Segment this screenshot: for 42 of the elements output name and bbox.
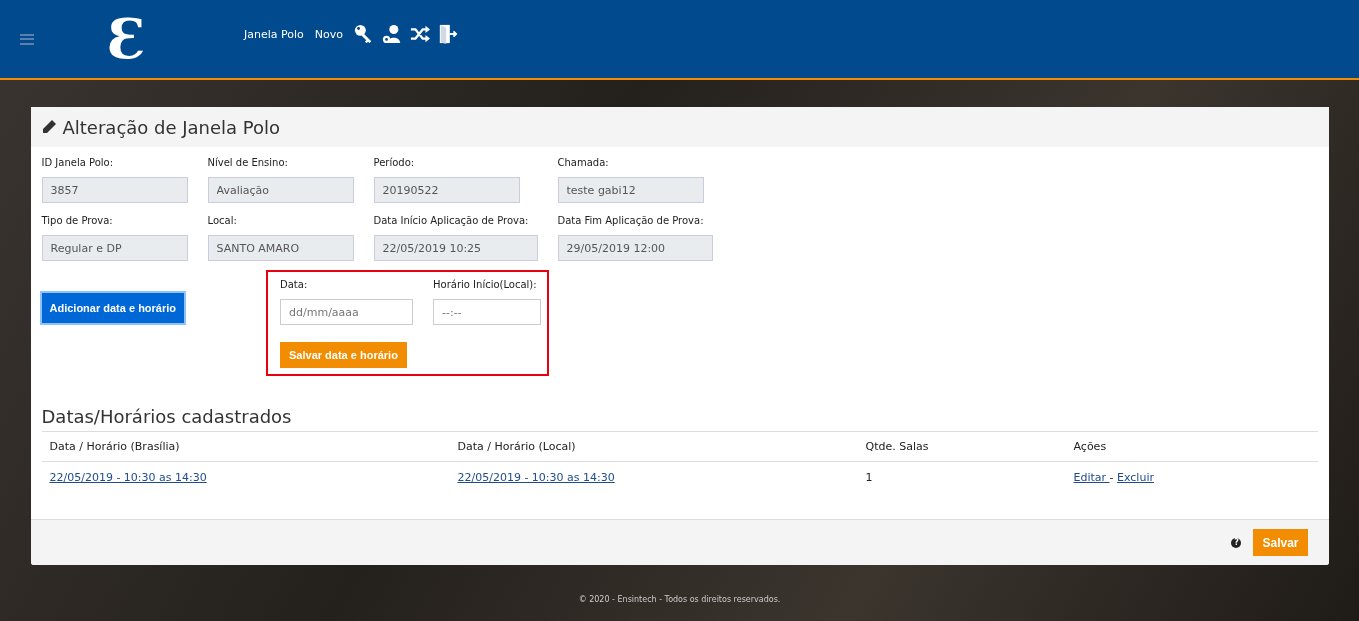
date-input-field[interactable]: dd/mm/aaaa bbox=[280, 299, 414, 325]
input-field[interactable]: Avaliação bbox=[207, 177, 354, 203]
key-icon[interactable] bbox=[354, 24, 374, 44]
field-label: Período: bbox=[373, 157, 416, 170]
field-label: ID Janela Polo: bbox=[41, 157, 115, 170]
field-label: Local: bbox=[207, 215, 238, 228]
shuffle-icon[interactable] bbox=[410, 24, 430, 44]
column-header: Qtde. Salas bbox=[857, 431, 1066, 462]
exit-door-icon[interactable] bbox=[438, 24, 458, 44]
add-date-button[interactable]: Adicionar data e horário bbox=[41, 293, 185, 323]
input-field[interactable]: Regular e DP bbox=[41, 235, 188, 261]
date-link[interactable]: 22/05/2019 - 10:30 as 14:30 bbox=[49, 471, 207, 484]
delete-link[interactable]: Excluir bbox=[1117, 471, 1154, 484]
input-field[interactable]: 29/05/2019 12:00 bbox=[557, 235, 713, 261]
field-label: Data: bbox=[280, 279, 309, 292]
column-header: Ações bbox=[1065, 431, 1318, 462]
column-header: Data / Horário (Brasília) bbox=[41, 431, 450, 462]
table-cell: 1 bbox=[865, 471, 873, 484]
input-field[interactable]: 22/05/2019 10:25 bbox=[373, 235, 538, 261]
field-label: Data Início Aplicação de Prova: bbox=[373, 215, 530, 228]
field-label: Horário Início(Local): bbox=[433, 279, 538, 292]
pencil-icon bbox=[40, 119, 57, 135]
separator-text: - bbox=[1109, 471, 1114, 484]
logo: Ɛ bbox=[107, 9, 147, 69]
input-field[interactable]: 3857 bbox=[41, 177, 188, 203]
section-title: Datas/Horários cadastrados bbox=[41, 406, 293, 427]
field-label: Nível de Ensino: bbox=[207, 157, 289, 170]
input-field[interactable]: teste gabi12 bbox=[557, 177, 704, 203]
field-label: Tipo de Prova: bbox=[41, 215, 114, 228]
date-link[interactable]: 22/05/2019 - 10:30 as 14:30 bbox=[457, 471, 615, 484]
column-header: Data / Horário (Local) bbox=[449, 431, 858, 462]
copyright-text: © 2020 - Ensintech - Todos os direitos reservados. bbox=[578, 595, 781, 604]
time-input-field[interactable]: --:-- bbox=[433, 299, 542, 325]
help-icon[interactable]: ? bbox=[1231, 537, 1242, 548]
card-title: Alteração de Janela Polo bbox=[62, 116, 281, 138]
input-field[interactable]: 20190522 bbox=[373, 177, 520, 203]
edit-link[interactable]: Editar bbox=[1073, 471, 1110, 484]
input-field[interactable]: SANTO AMARO bbox=[207, 235, 354, 261]
field-label: Data Fim Aplicação de Prova: bbox=[557, 215, 705, 228]
field-label: Chamada: bbox=[557, 157, 610, 170]
nav-link[interactable]: Janela Polo bbox=[244, 27, 304, 41]
nav-link[interactable]: Novo bbox=[314, 27, 343, 41]
